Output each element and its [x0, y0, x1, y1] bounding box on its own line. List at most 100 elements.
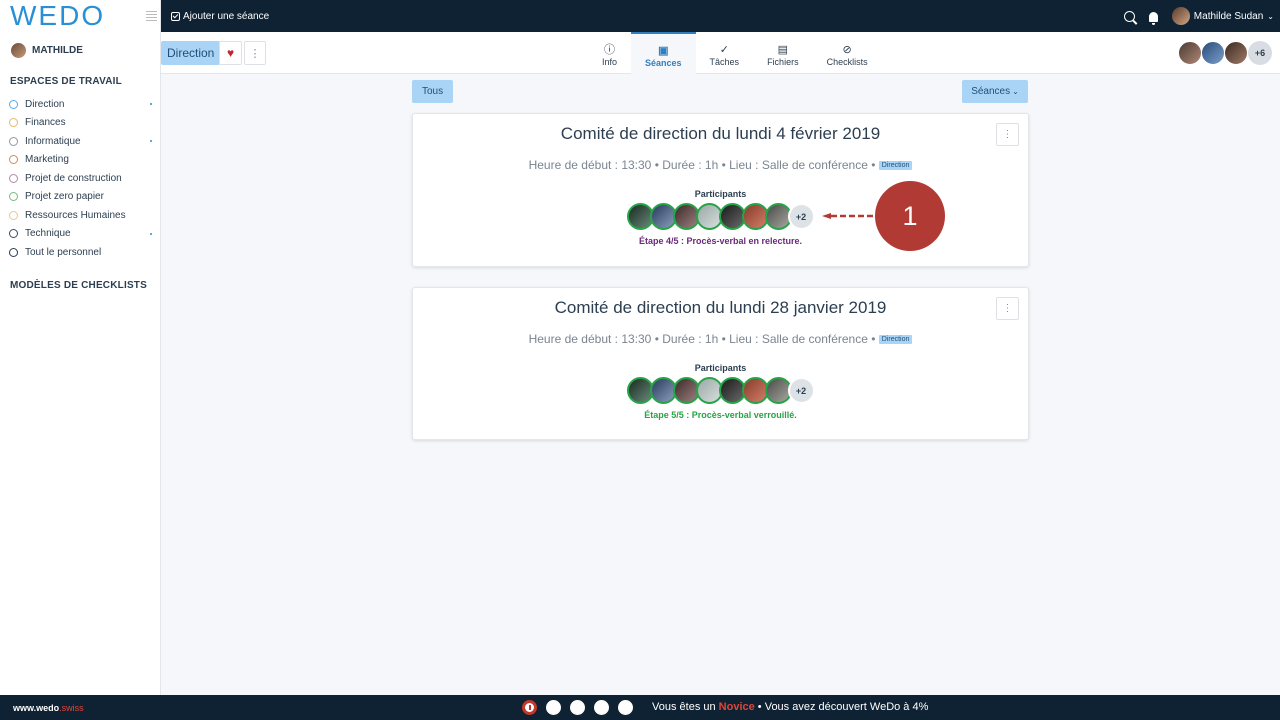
workspace-members[interactable]: +6 — [1178, 41, 1272, 65]
tab-label: Info — [602, 56, 618, 67]
more-members-badge[interactable]: +6 — [1248, 41, 1272, 65]
tab-fichiers[interactable]: ▤ Fichiers — [753, 32, 813, 74]
sidebar-item-label: Technique — [25, 228, 71, 240]
more-participants-badge[interactable]: +2 — [787, 377, 815, 404]
meeting-details: Heure de début : 13:30 • Durée : 1h • Li… — [528, 158, 876, 172]
tab-info[interactable]: ⓘ Info — [588, 32, 631, 74]
circle-icon — [9, 155, 18, 165]
meeting-card[interactable]: Comité de direction du lundi 4 février 2… — [412, 113, 1029, 267]
sidebar-user[interactable]: MATHILDE — [0, 32, 160, 60]
user-name: MATHILDE — [32, 44, 83, 56]
add-meeting-label: Ajouter une séance — [183, 10, 270, 22]
chevron-down-icon: ⌄ — [1267, 11, 1274, 21]
sidebar-item-label: Informatique — [25, 135, 81, 147]
filter-all-button[interactable]: Tous — [412, 80, 454, 103]
wedo-logo[interactable]: WEDO — [0, 0, 160, 32]
tab-checklists[interactable]: ⊘ Checklists — [813, 32, 882, 74]
checklist-templates-title[interactable]: MODÈLES DE CHECKLISTS — [0, 280, 160, 291]
add-meeting-button[interactable]: Ajouter une séance — [171, 11, 269, 22]
progress-step[interactable] — [570, 700, 585, 715]
sidebar-item-label: Tout le personnel — [25, 246, 102, 258]
meeting-meta: Heure de début : 13:30 • Durée : 1h • Li… — [413, 158, 1028, 172]
calendar-check-icon: ▣ — [658, 44, 669, 57]
progress-steps — [522, 700, 633, 715]
workspace-subnav: Direction ♥ ⋮ ⓘ Info ▣ Séances ✓ Tâches ▤ Fichi… — [161, 32, 1280, 74]
progress-text-start: Vous êtes un — [652, 701, 719, 713]
meeting-details: Heure de début : 13:30 • Durée : 1h • Li… — [528, 332, 876, 346]
avatar — [1171, 7, 1190, 25]
workspace-button[interactable]: Direction — [161, 41, 221, 65]
workspaces-title: ESPACES DE TRAVAIL — [10, 76, 122, 87]
annotation-arrow — [822, 213, 878, 219]
tab-label: Séances — [645, 57, 682, 68]
menu-icon[interactable] — [146, 11, 157, 21]
sidebar-item-informatique[interactable]: Informatique — [0, 132, 160, 151]
avatar — [1201, 41, 1225, 65]
sidebar-item-projet-de-construction[interactable]: Projet de construction — [0, 169, 160, 188]
sidebar-item-ressources-humaines[interactable]: Ressources Humaines — [0, 206, 160, 225]
footer-url[interactable]: www.wedo.swiss — [13, 703, 84, 713]
footer: www.wedo.swiss Vous êtes un Novice • Vou… — [0, 695, 1280, 720]
tab-label: Fichiers — [767, 56, 799, 67]
info-icon: ⓘ — [604, 43, 615, 56]
circle-icon — [9, 118, 18, 128]
avatar — [1224, 41, 1248, 65]
bell-icon[interactable] — [1148, 11, 1158, 25]
file-icon: ▤ — [777, 43, 789, 56]
logo-text: WEDO — [10, 0, 106, 31]
meeting-title[interactable]: Comité de direction du lundi 28 janvier … — [413, 298, 1028, 318]
meeting-type-dropdown[interactable]: Séances ⌄ — [962, 80, 1028, 103]
sidebar-item-label: Projet de construction — [25, 172, 122, 184]
sidebar-item-finances[interactable]: Finances — [0, 114, 160, 133]
circle-icon — [9, 99, 18, 109]
progress-text-end: • Vous avez découvert WeDo à 4% — [754, 701, 929, 713]
meeting-options-button[interactable]: ⋮ — [996, 123, 1019, 146]
tab-tâches[interactable]: ✓ Tâches — [696, 32, 754, 74]
more-participants-badge[interactable]: +2 — [787, 203, 815, 230]
tab-séances[interactable]: ▣ Séances — [631, 32, 696, 74]
kebab-icon: ⋮ — [1002, 129, 1013, 140]
checklist-icon: ⊘ — [842, 43, 852, 56]
sidebar: WEDO MATHILDE ESPACES DE TRAVAIL Directi… — [0, 0, 161, 695]
workspace-tag: Direction — [878, 161, 913, 171]
meeting-card[interactable]: Comité de direction du lundi 28 janvier … — [412, 287, 1029, 440]
sidebar-item-direction[interactable]: Direction — [0, 95, 160, 114]
check-icon: ✓ — [719, 43, 729, 56]
user-menu[interactable]: Mathilde Sudan ⌄ — [1171, 7, 1274, 25]
progress-step[interactable] — [618, 700, 633, 715]
progress-step[interactable] — [594, 700, 609, 715]
participants-label: Participants — [694, 363, 747, 373]
avatar — [1178, 41, 1202, 65]
favorite-button[interactable]: ♥ — [219, 41, 242, 65]
sidebar-item-label: Ressources Humaines — [25, 209, 126, 221]
footer-url-main: www.wedo — [13, 702, 60, 713]
chevron-down-icon: ⌄ — [1012, 87, 1019, 96]
more-options-button[interactable]: ⋮ — [244, 41, 266, 65]
meeting-options-button[interactable]: ⋮ — [996, 297, 1019, 320]
sidebar-item-marketing[interactable]: Marketing — [0, 151, 160, 170]
sidebar-item-technique[interactable]: Technique — [0, 225, 160, 244]
user-name: Mathilde Sudan — [1193, 10, 1264, 22]
sidebar-item-label: Marketing — [25, 154, 69, 166]
calendar-check-icon — [171, 11, 180, 21]
sidebar-item-label: Projet zero papier — [25, 191, 104, 203]
sidebar-item-tout-le-personnel[interactable]: Tout le personnel — [0, 243, 160, 262]
search-icon[interactable] — [1123, 10, 1135, 22]
kebab-icon: ⋮ — [249, 47, 261, 60]
meeting-type-label: Séances — [971, 86, 1011, 97]
kebab-icon: ⋮ — [1002, 303, 1013, 314]
circle-icon — [9, 173, 18, 183]
workspace-tabs: ⓘ Info ▣ Séances ✓ Tâches ▤ Fichiers ⊘ Checklists — [588, 32, 882, 74]
progress-step[interactable] — [546, 700, 561, 715]
workspace-tag: Direction — [878, 335, 913, 345]
meeting-title[interactable]: Comité de direction du lundi 4 février 2… — [413, 124, 1028, 144]
top-navbar: Ajouter une séance Mathilde Sudan ⌄ — [161, 0, 1280, 32]
tab-label: Checklists — [826, 56, 868, 67]
user-level: Novice — [718, 701, 755, 713]
circle-icon — [9, 210, 18, 220]
participants-avatars[interactable]: +2 — [413, 377, 1028, 404]
notification-dot — [150, 140, 152, 142]
progress-step-current[interactable] — [522, 700, 537, 715]
footer-url-tld: .swiss — [59, 702, 84, 713]
sidebar-item-projet-zero-papier[interactable]: Projet zero papier — [0, 188, 160, 207]
